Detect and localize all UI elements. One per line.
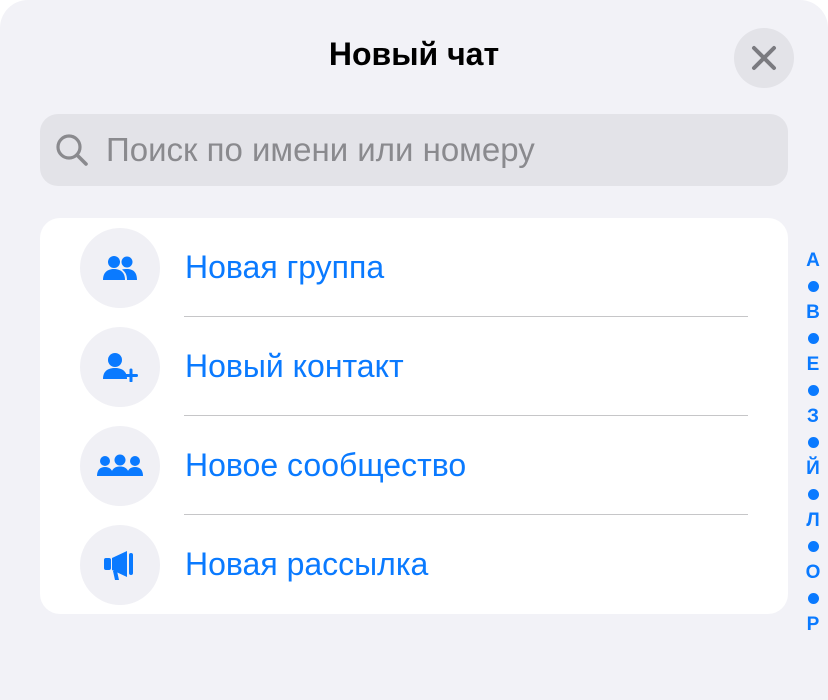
index-letter[interactable]: Р [807, 612, 820, 638]
index-letter[interactable]: Й [806, 456, 820, 482]
close-button[interactable] [734, 28, 794, 88]
new-group-row[interactable]: Новая группа [40, 218, 788, 317]
index-dot [807, 593, 819, 604]
index-dot [807, 333, 819, 344]
new-contact-row[interactable]: Новый контакт [40, 317, 788, 416]
index-letter[interactable]: В [806, 300, 820, 326]
megaphone-icon [104, 550, 133, 580]
index-dot [807, 541, 819, 552]
index-letter[interactable]: О [806, 560, 821, 586]
index-letter[interactable]: З [807, 404, 819, 430]
add-contact-icon [103, 352, 138, 382]
new-contact-label: Новый контакт [185, 348, 404, 384]
index-dot [807, 437, 819, 448]
page-title: Новый чат [328, 36, 500, 72]
index-letter[interactable]: Е [807, 352, 820, 378]
search-bar[interactable] [40, 114, 788, 186]
actions-list: Новая группа Новый контакт Новое сообщес… [40, 218, 788, 614]
community-icon [97, 454, 143, 476]
new-contact-icon-circle [80, 326, 160, 407]
new-broadcast-row[interactable]: Новая рассылка [40, 515, 788, 614]
new-community-row[interactable]: Новое сообщество [40, 416, 788, 515]
index-dot [807, 385, 819, 396]
index-dot [807, 489, 819, 500]
new-broadcast-label: Новая рассылка [185, 546, 429, 582]
index-dot [807, 281, 819, 292]
search-input[interactable] [104, 130, 748, 170]
new-group-label: Новая группа [185, 249, 385, 285]
new-chat-sheet: Новый чат Новая группа [0, 0, 828, 700]
new-broadcast-icon-circle [80, 524, 160, 605]
new-group-icon-circle [80, 227, 160, 308]
group-icon [103, 255, 137, 280]
search-icon [54, 132, 90, 168]
new-community-label: Новое сообщество [185, 447, 467, 483]
close-icon [752, 46, 776, 70]
new-community-icon-circle [80, 425, 160, 506]
index-letter[interactable]: А [806, 248, 820, 274]
alphabet-index[interactable]: А В Е З Й Л О Р [798, 248, 828, 638]
index-letter[interactable]: Л [806, 508, 819, 534]
